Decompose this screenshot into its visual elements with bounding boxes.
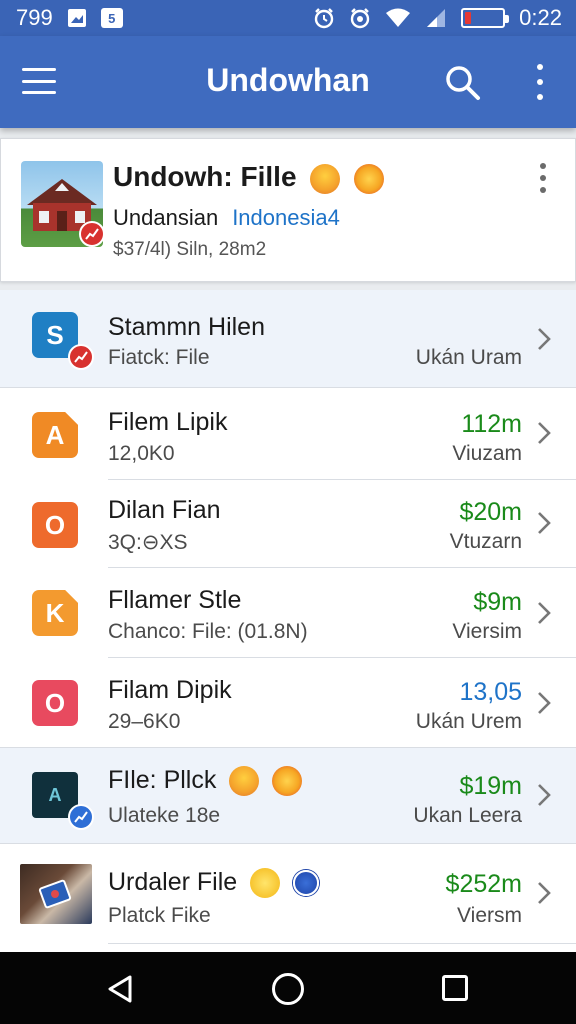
item-owner: Ukán Uram [415,346,522,369]
menu-icon[interactable] [22,68,56,94]
praying-hands-icon [229,766,260,797]
status-time: 0:22 [519,5,562,30]
chevron-right-icon [538,882,551,904]
status-left: 799 5 [16,5,123,31]
list-item[interactable]: S Stammn Hilen Fiatck: File Ukán Uram [0,290,576,388]
trend-icon [68,804,94,830]
featured-subtitle-text: Undansian [113,205,219,230]
app-bar: Undowhan [0,36,576,128]
item-subtitle: Chanco: File: (01.8N) [108,620,308,643]
battery-icon [461,8,510,28]
office-red-icon: O [32,680,78,726]
smile-sunglasses-icon [250,868,281,899]
doc-collapse-icon: K [32,590,78,636]
item-amount: $19m [459,772,522,800]
file-list: S Stammn Hilen Fiatck: File Ukán Uram A … [0,290,576,952]
item-title: Urdaler File [108,868,320,899]
navigation-bar [0,952,576,1024]
badge-emoji-icon [354,163,385,194]
featured-title: Undowh: Fille [113,161,385,194]
featured-card[interactable]: Undowh: Fille Undansian Indonesia4 $37/4l… [0,138,576,282]
trend-icon [79,221,105,247]
more-vert-icon[interactable] [528,64,552,100]
item-subtitle: Ulateke 18e [108,804,221,827]
item-amount: 13,05 [459,678,522,706]
chevron-right-icon [538,784,551,806]
photo-thumbnail [20,864,92,924]
home-icon[interactable] [272,973,304,1005]
recents-icon[interactable] [442,975,468,1001]
signal-icon [427,9,446,27]
blue-badge-icon [293,870,320,897]
item-title: Stammn Hilen [108,313,265,341]
item-owner: Viersm [457,904,522,927]
featured-title-text: Undowh: Fille [113,161,297,192]
item-amount: $20m [459,498,522,526]
item-owner: Ukán Urem [415,710,522,733]
item-owner: Vtuzarn [449,530,522,553]
item-amount: $9m [473,588,522,616]
item-amount: $252m [445,870,522,898]
item-subtitle: Fiatck: File [108,346,210,369]
card-more-icon[interactable] [537,163,549,193]
item-title: FIle: Pllck [108,766,303,797]
item-title: Dilan Fian [108,496,221,524]
app-title: Undowhan [206,62,370,98]
chevron-right-icon [538,692,551,714]
list-item[interactable]: A Filem Lipik 12,0K0 112m Viuzam [0,388,576,480]
chevron-right-icon [538,512,551,534]
sim-icon: 5 [100,8,123,28]
status-number: 799 [16,5,53,30]
list-item[interactable]: O Filam Dipik 29–6K0 13,05 Ukán Urem [0,658,576,748]
list-item[interactable]: A FIle: Pllck Ulateke 18e $19m Ukan Leer… [0,748,576,844]
status-right: 0:22 [313,5,562,31]
alarm-clock-icon [350,8,370,29]
featured-subtitle: Undansian Indonesia4 [113,205,340,231]
status-bar: 799 5 0:22 [0,0,576,36]
item-subtitle: 12,0K0 [108,442,175,465]
item-amount: 112m [461,410,522,438]
office-icon: O [32,502,78,548]
featured-meta: $37/4l) Siln, 28m2 [113,239,267,260]
battery-level [465,12,471,24]
badge-emoji-icon [272,766,303,797]
list-item[interactable]: O Dilan Fian 3Q:⊖XS $20m Vtuzarn [0,480,576,568]
chevron-right-icon [538,422,551,444]
trend-icon [68,344,94,370]
item-subtitle: 29–6K0 [108,710,181,733]
featured-location[interactable]: Indonesia4 [232,205,340,230]
doc-orange-icon: A [32,412,78,458]
alarm-icon [314,8,334,29]
item-title: Fllamer Stle [108,586,242,614]
list-item[interactable]: Urdaler File Platck Fike $252m Viersm [0,844,576,944]
item-owner: Ukan Leera [413,804,522,827]
chevron-right-icon [538,328,551,350]
list-item[interactable]: K Fllamer Stle Chanco: File: (01.8N) $9m… [0,568,576,658]
item-owner: Viuzam [452,442,522,465]
back-icon[interactable] [106,974,136,1004]
item-owner: Viersim [452,620,522,643]
item-title-text: Urdaler File [108,868,238,896]
item-title: Filam Dipik [108,676,232,704]
item-subtitle: 3Q:⊖XS [108,531,188,554]
item-title: Filem Lipik [108,408,228,436]
search-icon[interactable] [442,62,482,102]
item-subtitle: Platck Fike [108,904,211,927]
item-title-text: FIle: Pllck [108,766,217,794]
image-icon [67,9,86,27]
praying-hands-icon [310,163,341,194]
wifi-icon [386,8,411,27]
chevron-right-icon [538,602,551,624]
